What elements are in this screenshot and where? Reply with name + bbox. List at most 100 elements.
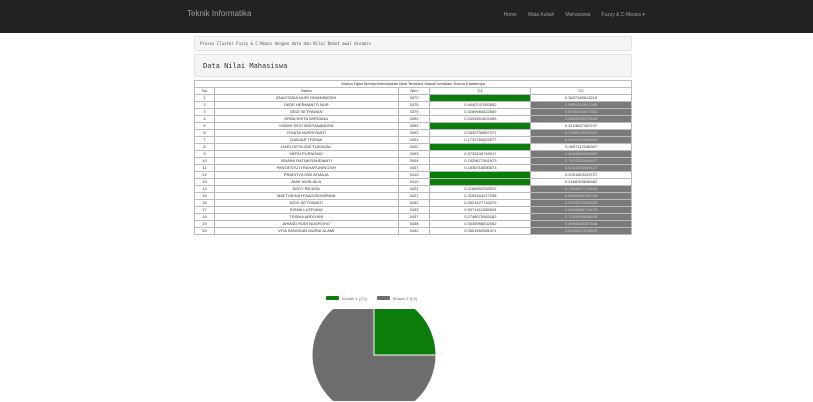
cell-nim: 3437 [397,213,431,221]
cell-no: 10 [194,157,215,165]
cell-c1 [429,122,532,130]
cell-no: 16 [194,199,215,207]
cell-nim: 3402 [397,143,431,151]
cell-c1 [429,178,532,186]
cell-no: 15 [194,192,215,200]
cell-c2: 0.2091823129727 [530,171,632,179]
table-row: 8 HARI OKTA DWI TUKODAL 3402 0.269711204830… [194,143,632,151]
table-row: 6 YUNITA NURHIYANTI 3392 0.2930796567477 0.7… [194,129,632,137]
section-header: Data Nilai Mahasiswa [194,54,632,77]
cell-c2: 0.8267215996023 [530,136,632,144]
cell-nama: DEDE HERMANTO NUR [213,101,399,109]
cell-c1: 0.4040747052652 [429,101,532,109]
legend-swatch [326,296,339,300]
cell-c2: 0.6954043367948 [530,220,632,228]
cell-c2: 0.7251929536818 [530,213,632,221]
cell-nama: DEDI SETYAWAN [213,108,399,116]
nav-mahasiswa[interactable]: Mahasiswa [565,12,590,18]
cell-nama: VITA SANGKAN MURNI ALAMI [213,227,399,235]
legend-label: Kluster 2 (C2) [392,295,418,301]
cell-c1: 0.2425677551973 [429,157,532,165]
cell-c2: 0.6476572255925 [530,199,632,207]
table-row: 1 ANASTASIA NURI GINANINGSIH 3372 0.3637160… [194,94,632,102]
table-row: 17 RISMA LUTFIANA 3433 0.3071611285825 0.692… [194,206,632,214]
legend-label: Kluster 1 (C1) [342,295,367,301]
section-title: Data Nilai Mahasiswa [203,62,288,70]
legend-swatch [376,296,390,300]
cell-no: 5 [194,122,215,130]
cell-c2: 0.7833007740628 [530,185,632,193]
cell-c2: 0.6694538375545 [530,115,632,123]
pie-slice[interactable] [373,309,437,356]
cell-c1 [429,143,532,151]
cell-c1: 0.3551552081471 [429,227,532,235]
cell-nama: ERNA DHITA WIRDANA [213,115,399,123]
chart-legend: Kluster 1 (C1) Kluster 2 (C2) [326,294,417,302]
col-header-nim: Nim [397,87,431,95]
cell-no: 18 [194,213,215,221]
cell-nim: 3372 [397,94,431,102]
col-header-nama: Nama [213,87,399,95]
cell-nama: HARI OKTA DWI TUKODAL [213,143,399,151]
nav-links: Home Mata Kuliah Mahasiswa Fuzzy & C-Mea… [504,12,645,18]
table-row: 4 ERNA DHITA WIRDANA 3390 0.3305461624455 0.… [194,115,632,123]
table-row: 5 VINDHI DESI WIDYANANDRA 3390 0.3103637490… [194,122,632,130]
cell-c1: 0.3269984322669 [429,108,532,116]
cell-nama: GANJAR TRISNA [213,136,399,144]
cell-no: 19 [194,220,215,228]
table-row: 3 DEDI SETYAWAN 3379 0.3269984322669 0.67300… [194,108,632,116]
cell-c1: 0.1836716550873 [429,164,532,172]
table-row: 19 AHMAD RUDI NUGROHO 3438 0.3045956632052 0… [194,220,632,228]
cell-nama: MAFTUKHAH FAAJUNGMIRANI [213,192,399,200]
cell-nim: 3390 [397,115,431,123]
cell-no: 7 [194,136,215,144]
cell-nama: AHMAD RUDI NUGROHO [213,220,399,228]
table-header-row: No Nama Nim C1 C2 [194,87,632,95]
cell-nama: PANGESTUTI RAHAYUNINGSIH [213,164,399,172]
cluster-pie-chart [311,309,437,401]
cell-nim: 3419 [397,178,431,186]
cell-nim: 3432 [397,199,431,207]
table-row: 11 PANGESTUTI RAHAYUNINGSIH 3407 0.18367165… [194,164,632,172]
nav-fuzzy-dropdown[interactable]: Fuzzy & C-Means ▾ [601,12,645,18]
cell-nama: RISMA LUTFIANA [213,206,399,214]
cell-c2: 0.6448447918529 [530,227,632,235]
table-row: 13 ANIK NURLAILA 3419 0.2168763636482 [194,178,632,186]
cell-no: 4 [194,115,215,123]
cell-no: 2 [194,101,215,109]
cell-no: 11 [194,164,215,172]
cell-nim: 3433 [397,206,431,214]
cell-no: 14 [194,185,215,193]
cell-c2: 0.3637160613219 [530,94,632,102]
cell-no: 8 [194,143,215,151]
cell-c2: 0.7574322448027 [530,157,632,165]
cell-nama: YUNITA NURHIYANTI [213,129,399,137]
brand-link[interactable]: Teknik Informatika [187,9,251,18]
cell-c1: 0.3523427744075 [429,199,532,207]
cell-nama: ANIK NURLAILA [213,178,399,186]
student-score-table: Warna Hijau Merepresentasikan Nilai Ters… [194,80,632,235]
cell-c1: 0.2930796567477 [429,129,532,137]
cell-no: 1 [194,94,215,102]
cell-no: 3 [194,108,215,116]
cell-nama: PRADITYA DWI ATMAJA [213,171,399,179]
table-row: 7 GANJAR TRISNA 3401 0.1732784003977 0.82672… [194,136,632,144]
cell-c1: 0.1732784003977 [429,136,532,144]
nav-home[interactable]: Home [504,12,517,18]
cell-c2: 0.6730015677331 [530,108,632,116]
legend-item[interactable]: Kluster 2 (C2) [376,295,418,301]
cell-c1: 0.3045956632052 [429,220,532,228]
cell-nim: 3375 [397,101,431,109]
legend-item[interactable]: Kluster 1 (C1) [326,296,367,301]
nav-mata-kuliah[interactable]: Mata Kuliah [528,12,554,18]
cell-c2: 0.2697112048307 [530,143,632,151]
cell-nama: TRISNA ARDIYANI [213,213,399,221]
cell-no: 6 [194,129,215,137]
table-row: 20 VITA SANGKAN MURNI ALAMI 3442 0.35515520… [194,227,632,235]
cell-nim: 3401 [397,136,431,144]
cell-c1: 0.2166992259372 [429,185,532,193]
cell-nim: 3407 [397,164,431,172]
cell-c1 [429,94,532,102]
cell-c1: 0.3159164217256 [429,192,532,200]
table-row: 18 TRISNA ARDIYANI 3437 0.2748070463182 0.72… [194,213,632,221]
